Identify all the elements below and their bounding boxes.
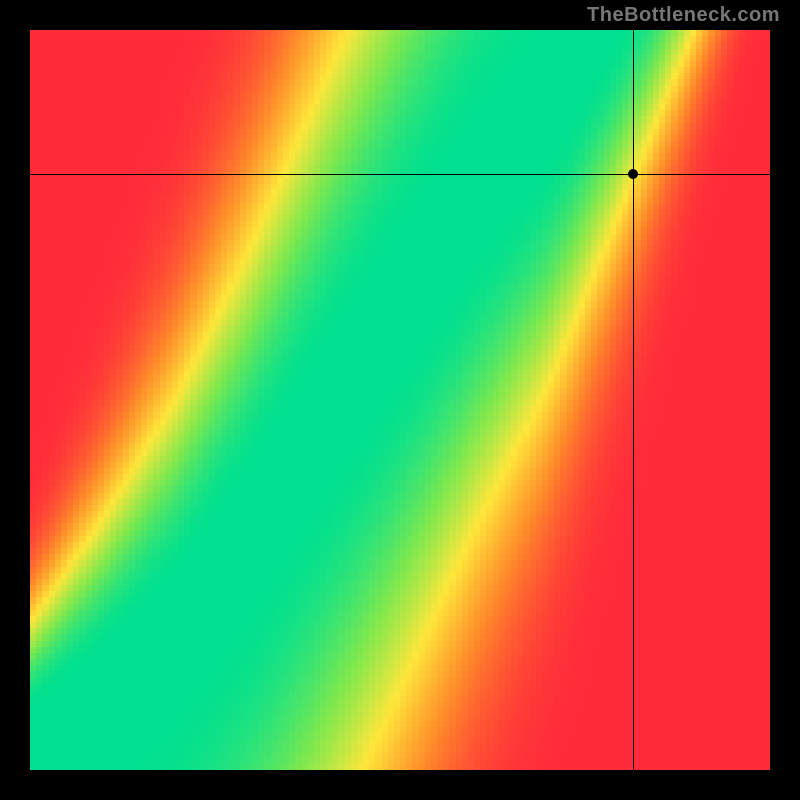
crosshair-horizontal bbox=[30, 174, 770, 175]
selection-marker bbox=[628, 169, 638, 179]
heatmap-canvas bbox=[30, 30, 770, 770]
plot-area bbox=[30, 30, 770, 770]
crosshair-vertical bbox=[633, 30, 634, 770]
page-frame: TheBottleneck.com bbox=[0, 0, 800, 800]
watermark-text: TheBottleneck.com bbox=[587, 4, 780, 27]
